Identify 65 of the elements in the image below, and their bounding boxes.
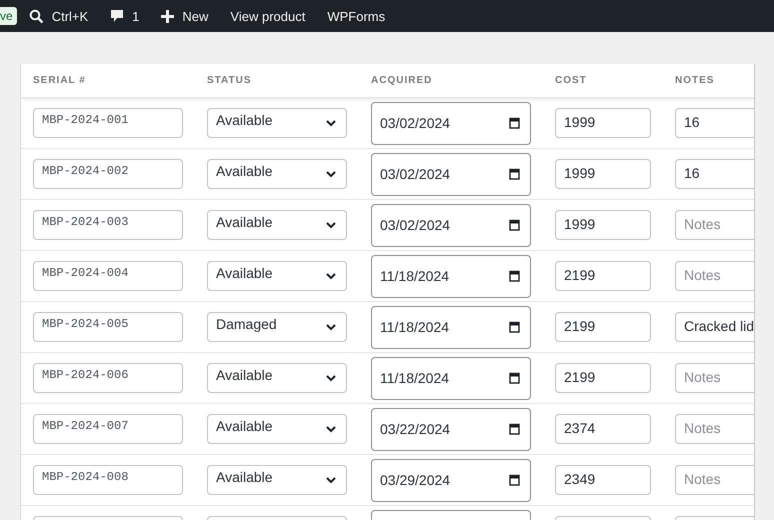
chevron-down-icon (326, 374, 336, 382)
chevron-down-icon (326, 222, 336, 228)
cost-field[interactable]: 2199 (555, 312, 651, 342)
notes-field[interactable]: 16 (675, 108, 754, 138)
date-field[interactable]: 11/18/2024 (371, 306, 531, 348)
status-badge: ve (0, 7, 17, 25)
cost-field[interactable]: 2349 (555, 465, 651, 495)
serial-field[interactable]: MBP-2024-003 (33, 210, 183, 240)
cost-field[interactable]: 1999 (555, 108, 651, 138)
serial-field[interactable]: MBP-2024-002 (33, 159, 183, 189)
chevron-down-icon (326, 170, 336, 178)
date-field[interactable]: 11/18/2024 (371, 356, 531, 400)
status-dropdown[interactable]: Available (207, 363, 347, 393)
column-header: SERIAL # (32, 74, 87, 88)
serial-field[interactable]: MBP-2024-005 (33, 312, 183, 342)
date-field[interactable]: 03/22/2024 (371, 408, 531, 450)
serial-field[interactable]: MBP-2024-008 (33, 465, 183, 495)
status-dropdown[interactable]: Available (207, 414, 347, 444)
chevron-down-icon (326, 476, 336, 484)
chevron-down-icon (326, 120, 336, 126)
calendar-icon (509, 168, 520, 180)
date-field[interactable]: 11/18/2024 (371, 254, 531, 298)
status-dropdown[interactable]: Available (207, 210, 347, 240)
new-link[interactable]: New (161, 8, 208, 24)
date-field[interactable]: 03/02/2024 (371, 102, 531, 144)
search-link[interactable]: Ctrl+K (28, 8, 88, 24)
cost-field[interactable]: 1999 (555, 210, 651, 240)
notes-field[interactable]: 16 (675, 159, 754, 189)
column-header: COST (554, 74, 588, 88)
status-dropdown[interactable]: Damaged (207, 312, 347, 342)
plus-icon (161, 10, 174, 22)
cost-field[interactable]: 2374 (555, 414, 651, 444)
serial-field[interactable]: MBP-2024-001 (33, 108, 183, 138)
status-dropdown[interactable]: Available (207, 465, 347, 495)
calendar-icon (509, 474, 520, 486)
date-field[interactable]: 03/02/2024 (371, 152, 531, 196)
serial-field[interactable]: MBP-2024-007 (33, 414, 183, 444)
search-icon (28, 8, 44, 24)
calendar-icon (509, 321, 520, 333)
link-link[interactable]: WPForms (327, 8, 386, 24)
link-link[interactable]: View product (230, 8, 306, 24)
column-header: ACQUIRED (370, 74, 434, 88)
status-dropdown[interactable]: Available (207, 159, 347, 189)
calendar-icon (509, 270, 520, 282)
notes-field[interactable]: Cracked lid (675, 312, 754, 342)
date-field[interactable]: 03/29/2024 (371, 458, 531, 502)
status-dropdown[interactable]: Available (207, 108, 347, 138)
calendar-icon (509, 372, 520, 384)
cost-field[interactable]: 2199 (555, 363, 651, 393)
serial-field[interactable]: MBP-2024-004 (33, 261, 183, 291)
calendar-icon (509, 117, 520, 129)
chevron-down-icon (326, 426, 336, 432)
calendar-icon (509, 219, 520, 231)
calendar-icon (509, 423, 520, 435)
chevron-down-icon (326, 324, 336, 330)
comments-link[interactable]: 1 (110, 8, 140, 24)
cost-field[interactable]: 1999 (555, 159, 651, 189)
column-header: NOTES (674, 74, 716, 88)
date-field[interactable]: 03/02/2024 (371, 204, 531, 246)
serial-field[interactable]: MBP-2024-006 (33, 363, 183, 393)
speech-bubble-icon (110, 9, 124, 23)
column-header: STATUS (206, 74, 253, 88)
status-dropdown[interactable]: Available (207, 261, 347, 291)
cost-field[interactable]: 2199 (555, 261, 651, 291)
chevron-down-icon (326, 272, 336, 280)
